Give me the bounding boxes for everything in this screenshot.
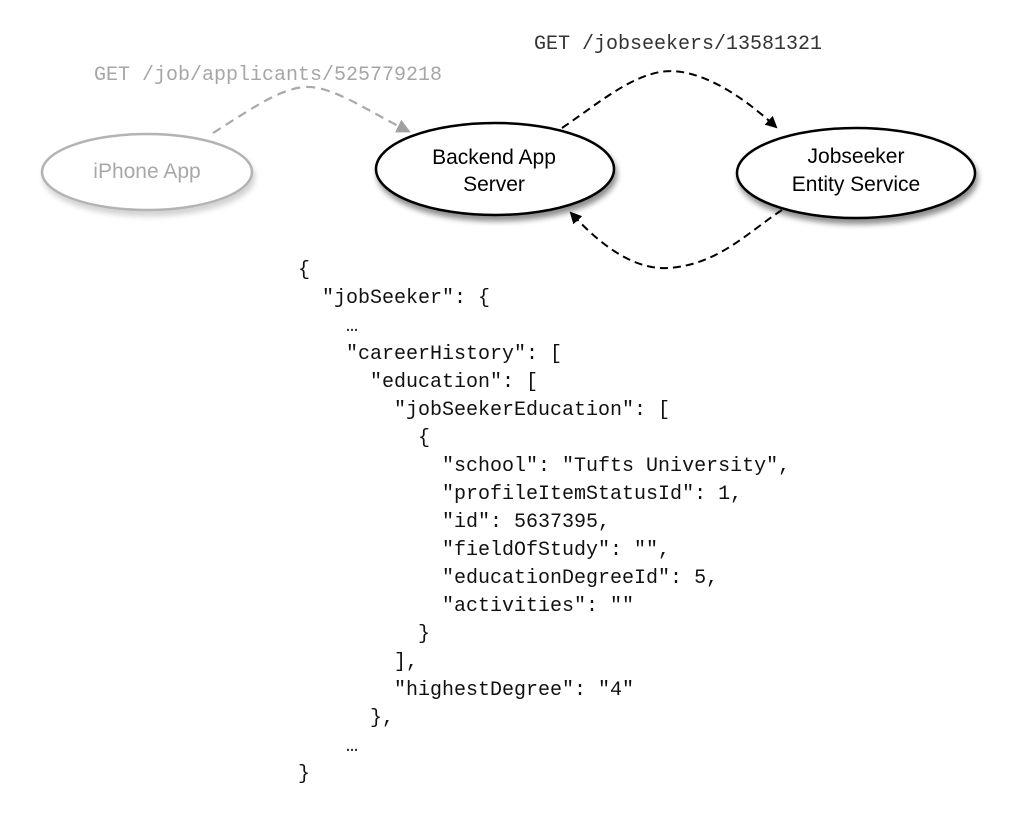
- json-line: {: [298, 427, 431, 450]
- json-line: }: [298, 763, 311, 786]
- json-line: "profileItemStatusId": 1,: [298, 483, 743, 506]
- route-label-jobseekers: GET /jobseekers/13581321: [534, 33, 822, 56]
- node-backend-label-line-1: Backend App: [432, 146, 556, 169]
- json-line: "jobSeeker": {: [298, 287, 491, 310]
- node-iphone-app-label: iPhone App: [93, 160, 200, 183]
- json-line: }: [298, 623, 431, 646]
- json-line: "id": 5637395,: [298, 511, 611, 534]
- json-line: {: [298, 259, 311, 282]
- node-jobseeker-label-line-1: Jobseeker: [808, 145, 905, 168]
- node-backend-app-server: Backend App Server: [374, 121, 616, 217]
- json-line: "careerHistory": [: [298, 343, 563, 366]
- json-line: "educationDegreeId": 5,: [298, 567, 719, 590]
- json-line: "highestDegree": "4": [298, 679, 635, 702]
- json-line: "education": [: [298, 371, 539, 394]
- json-line: "jobSeekerEducation": [: [298, 399, 671, 422]
- json-line: },: [298, 707, 395, 730]
- node-backend-label-line-2: Server: [463, 173, 525, 196]
- node-iphone-app: iPhone App: [40, 132, 254, 212]
- json-line: "fieldOfStudy": "",: [298, 539, 671, 562]
- request-arrow-iphone-to-backend: [212, 85, 411, 134]
- node-jobseeker-entity-service: Jobseeker Entity Service: [735, 126, 977, 220]
- route-label-job-applicants: GET /job/applicants/525779218: [94, 64, 442, 87]
- request-arrow-backend-to-jobseeker: [561, 70, 778, 129]
- json-line: ],: [298, 651, 419, 674]
- json-line: …: [298, 735, 359, 758]
- json-line: "school": "Tufts University",: [298, 455, 791, 478]
- node-jobseeker-label-line-2: Entity Service: [792, 173, 920, 196]
- json-line: …: [298, 315, 359, 338]
- json-line: "activities": "": [298, 595, 635, 618]
- json-response-body: { "jobSeeker": { … "careerHistory": [ "e…: [298, 257, 790, 789]
